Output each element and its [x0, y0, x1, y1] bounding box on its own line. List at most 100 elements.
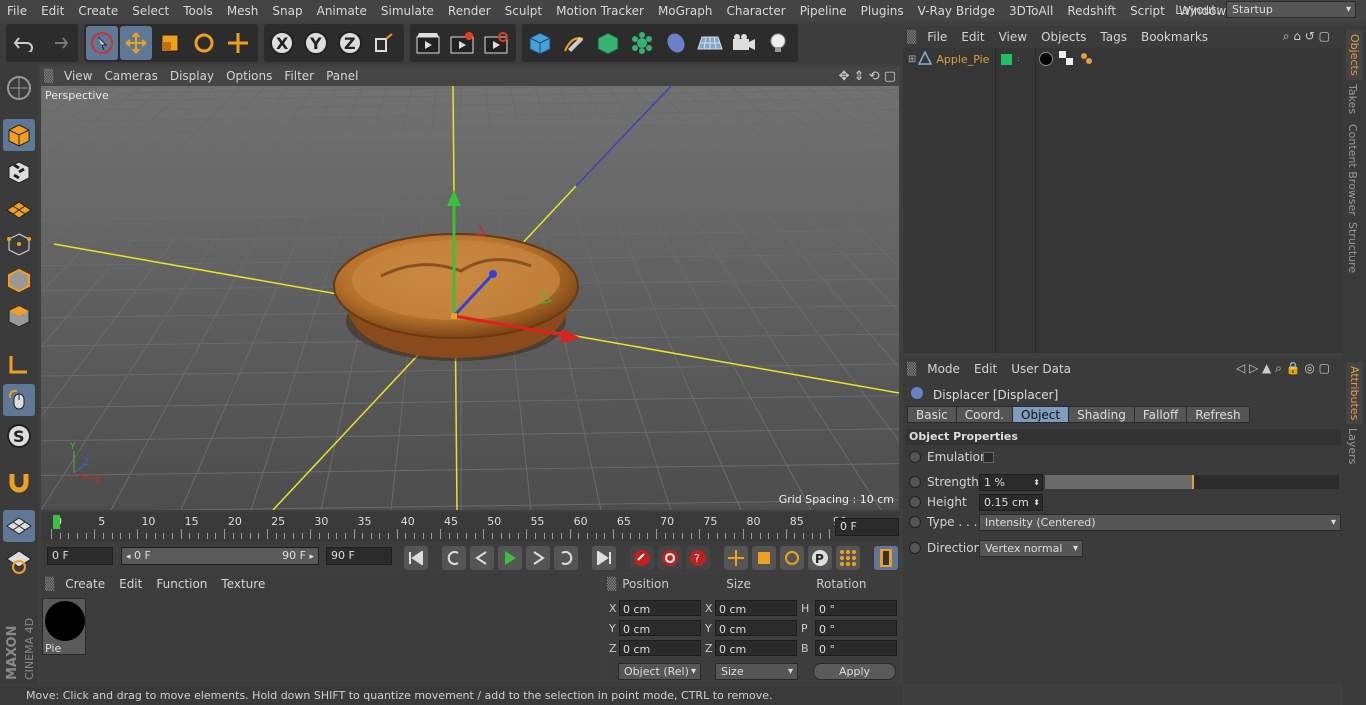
strength-field[interactable]: 1 % ⬍ [979, 473, 1043, 491]
height-anim-icon[interactable] [909, 496, 921, 508]
tab-object[interactable]: Object [1012, 406, 1070, 423]
emulation-anim-icon[interactable] [909, 451, 921, 463]
pen-spline-icon[interactable] [558, 26, 590, 60]
direction-dropdown[interactable]: Vertex normal [979, 539, 1083, 557]
x-axis-icon[interactable]: X [266, 26, 298, 60]
rotation-field[interactable]: 0 ° [815, 640, 897, 656]
material-tag-icon[interactable] [1039, 52, 1053, 66]
end-frame-field[interactable]: 90 F [326, 547, 392, 565]
height-field[interactable]: 0.15 cm ⬍ [979, 493, 1043, 511]
side-tab-attributes[interactable]: Attributes [1346, 362, 1363, 425]
side-tab-layers[interactable]: Layers [1346, 428, 1359, 464]
next-key-icon[interactable] [554, 546, 578, 570]
polygon-mode-icon[interactable] [3, 300, 35, 332]
mat-menu-create[interactable]: Create [58, 577, 112, 591]
current-frame-field[interactable]: 0 F [835, 518, 899, 536]
position-field[interactable]: 0 cm [619, 620, 701, 636]
key-parameter-icon[interactable]: P [808, 546, 832, 570]
layer-color-icon[interactable] [1001, 53, 1012, 65]
prev-frame-icon[interactable] [470, 546, 494, 570]
rotation-field[interactable]: 0 ° [815, 600, 897, 616]
magnet-icon[interactable] [3, 466, 35, 498]
goto-start-icon[interactable] [404, 546, 428, 570]
tab-falloff[interactable]: Falloff [1133, 406, 1188, 423]
menu-script[interactable]: Script [1123, 0, 1172, 22]
play-icon[interactable] [498, 546, 522, 570]
obj-menu-view[interactable]: View [992, 30, 1034, 44]
live-selection-icon[interactable] [86, 26, 118, 60]
tab-refresh[interactable]: Refresh [1186, 406, 1250, 423]
attr-menu-userdata[interactable]: User Data [1004, 362, 1078, 376]
coord-size-dropdown[interactable]: Size [715, 663, 798, 680]
menu-motion-tracker[interactable]: Motion Tracker [549, 0, 651, 22]
move-tool-icon[interactable] [120, 26, 152, 60]
model-mode-icon[interactable] [3, 119, 35, 151]
range-slider[interactable]: ◂ 0 F 90 F ▸ [121, 547, 319, 565]
mat-menu-texture[interactable]: Texture [214, 577, 272, 591]
menu-animate[interactable]: Animate [310, 0, 374, 22]
timeline-ruler[interactable]: 051015202530354045505560657075808590 [51, 515, 847, 539]
workplane-mode-icon[interactable] [3, 192, 35, 224]
texture-tag-icon[interactable] [1059, 50, 1073, 68]
vp-menu-view[interactable]: View [58, 69, 98, 83]
side-tab-objects[interactable]: Objects [1346, 30, 1363, 80]
menu-sculpt[interactable]: Sculpt [498, 0, 549, 22]
position-field[interactable]: 0 cm [619, 600, 701, 616]
object-row-apple-pie[interactable]: ⊞ Apple_Pie : [903, 49, 1343, 68]
position-field[interactable]: 0 cm [619, 640, 701, 656]
menu-pipeline[interactable]: Pipeline [793, 0, 854, 22]
timeline[interactable]: 051015202530354045505560657075808590 0 F [41, 512, 899, 542]
side-tab-takes[interactable]: Takes [1346, 84, 1359, 114]
key-scale-icon[interactable] [752, 546, 776, 570]
menu-mesh[interactable]: Mesh [220, 0, 266, 22]
auto-keying-icon[interactable] [658, 546, 682, 570]
menu-plugins[interactable]: Plugins [854, 0, 911, 22]
obj-menu-file[interactable]: File [920, 30, 954, 44]
y-axis-icon[interactable]: Y [300, 26, 332, 60]
obj-menu-edit[interactable]: Edit [954, 30, 991, 44]
attr-menu-mode[interactable]: Mode [920, 362, 967, 376]
texture-mode-icon[interactable] [3, 156, 35, 188]
tab-coord[interactable]: Coord. [955, 406, 1013, 423]
menu-select[interactable]: Select [125, 0, 176, 22]
timeline-window-icon[interactable] [874, 546, 898, 570]
key-pla-icon[interactable] [836, 546, 860, 570]
menu-3dtoall[interactable]: 3DToAll [1002, 0, 1060, 22]
attr-header-tools-icon[interactable]: ◁ ▷ ▲ ⌕ 🔒 ◎ ▢ [1229, 361, 1337, 376]
camera-icon[interactable] [728, 26, 760, 60]
render-view-icon[interactable] [412, 26, 444, 60]
keyframe-selection-icon[interactable]: ? [686, 546, 710, 570]
tweak-mode-icon[interactable] [3, 384, 35, 416]
tab-shading[interactable]: Shading [1068, 406, 1135, 423]
light-icon[interactable] [762, 26, 794, 60]
obj-header-tools-icon[interactable]: ⌕ ⌂ ↺ ▢ [1276, 29, 1337, 44]
make-editable-icon[interactable] [3, 72, 35, 104]
record-keys-icon[interactable] [630, 546, 654, 570]
key-rotation-icon[interactable] [780, 546, 804, 570]
side-tab-content-browser[interactable]: Content Browser [1346, 124, 1359, 216]
menu-create[interactable]: Create [71, 0, 125, 22]
size-field[interactable]: 0 cm [715, 620, 797, 636]
menu-edit[interactable]: Edit [34, 0, 71, 22]
axis-mode-icon[interactable] [3, 348, 35, 380]
emulation-checkbox[interactable] [983, 451, 994, 463]
object-name[interactable]: Apple_Pie [936, 53, 989, 66]
type-dropdown[interactable]: Intensity (Centered) [979, 513, 1341, 531]
deformer-icon[interactable] [660, 26, 692, 60]
obj-menu-tags[interactable]: Tags [1093, 30, 1134, 44]
cube-primitive-icon[interactable] [524, 26, 556, 60]
apply-button[interactable]: Apply [813, 663, 896, 680]
vp-menu-filter[interactable]: Filter [278, 69, 320, 83]
attr-menu-edit[interactable]: Edit [967, 362, 1004, 376]
mat-menu-function[interactable]: Function [149, 577, 214, 591]
scale-tool-icon[interactable] [154, 26, 186, 60]
prev-key-icon[interactable] [442, 546, 466, 570]
layout-dropdown[interactable]: Startup [1226, 1, 1356, 18]
redo-icon[interactable] [42, 26, 74, 60]
obj-menu-objects[interactable]: Objects [1034, 30, 1093, 44]
direction-anim-icon[interactable] [909, 542, 921, 554]
vp-menu-options[interactable]: Options [220, 69, 278, 83]
mograph-cloner-icon[interactable] [626, 26, 658, 60]
menu-mograph[interactable]: MoGraph [651, 0, 720, 22]
tab-basic[interactable]: Basic [907, 406, 957, 423]
